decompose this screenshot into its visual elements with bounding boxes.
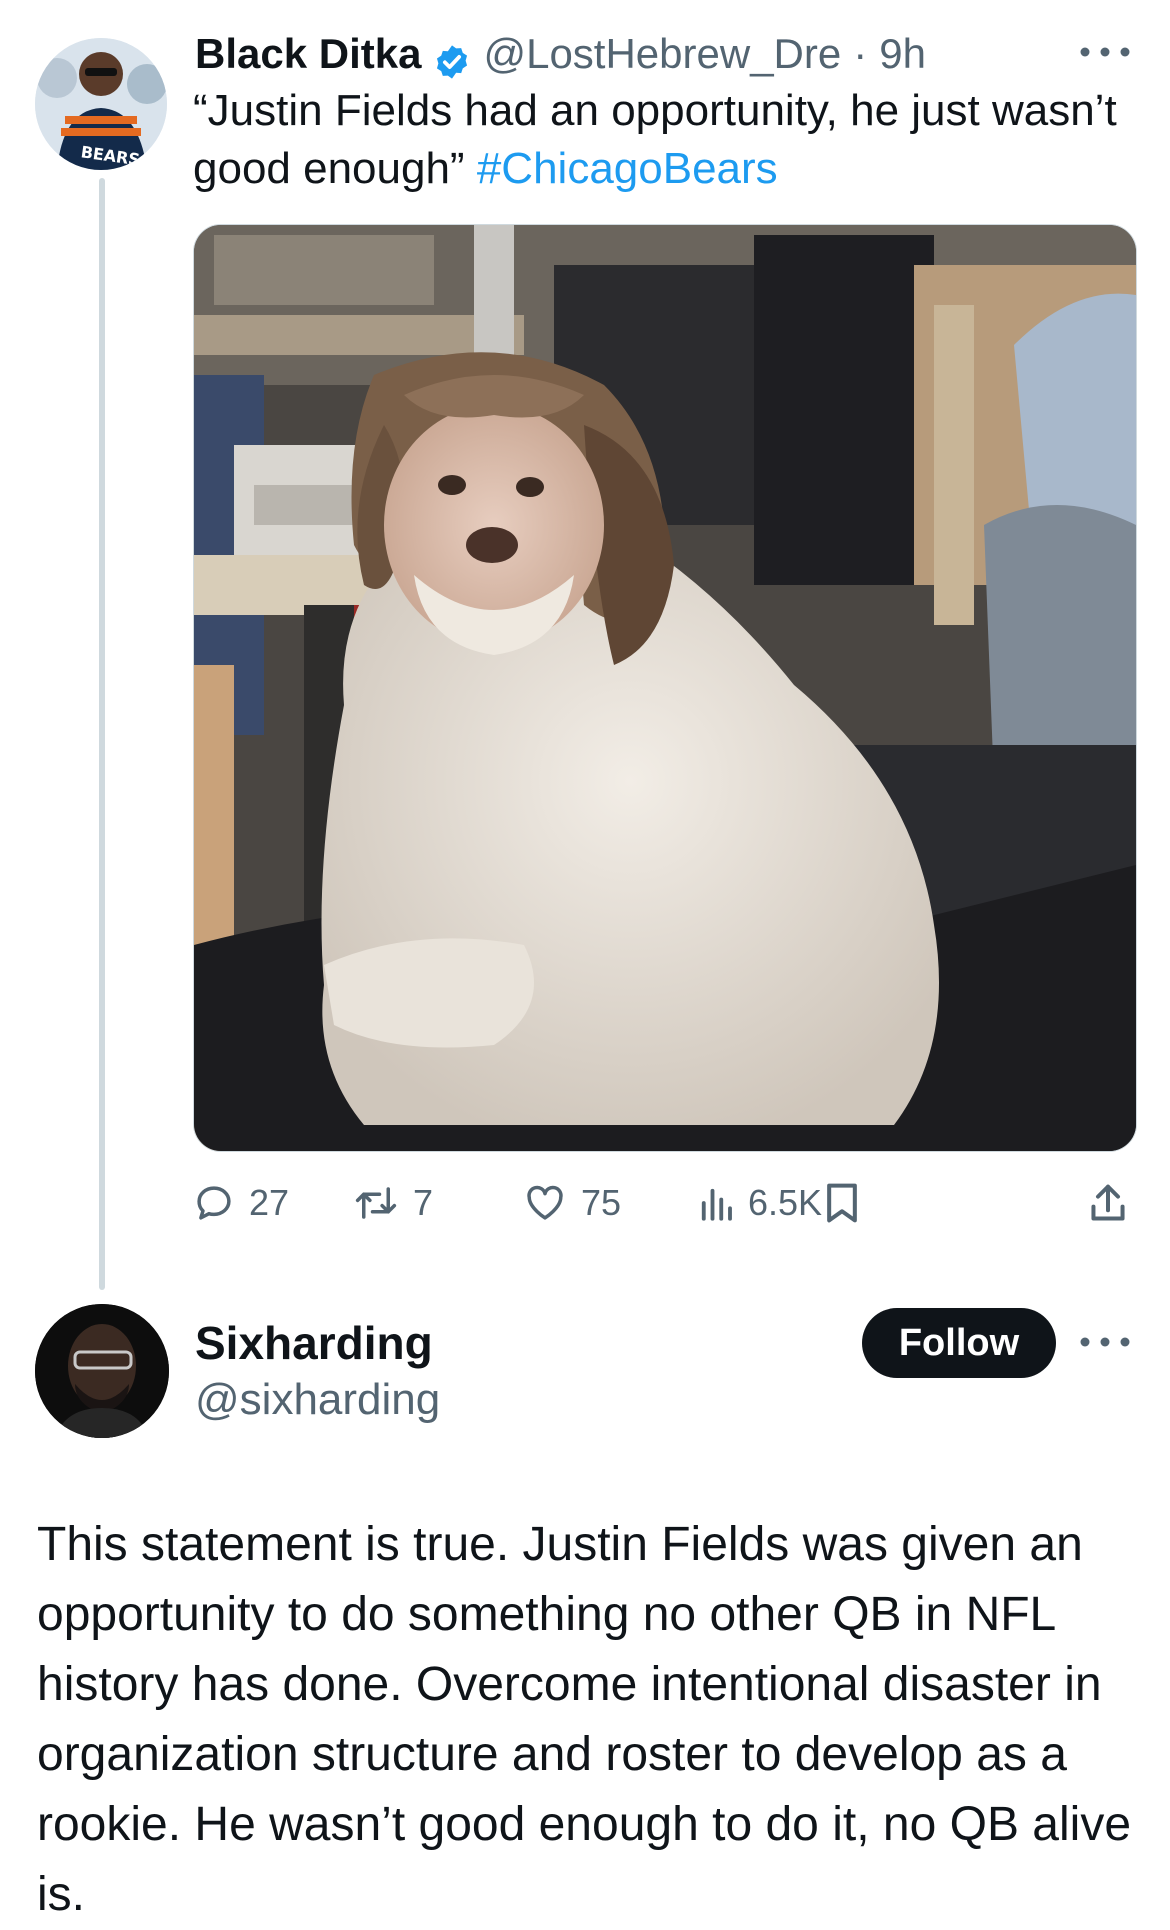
reply-text: This statement is true. Justin Fields wa… bbox=[37, 1518, 1132, 1921]
tweet-actions-bar: 27 7 75 6.5K bbox=[193, 1168, 1135, 1238]
like-action[interactable]: 75 bbox=[523, 1168, 621, 1238]
tweet-text: “Justin Fields had an opportunity, he ju… bbox=[193, 82, 1133, 198]
views-bars-icon bbox=[698, 1182, 734, 1224]
follow-button[interactable]: Follow bbox=[862, 1308, 1056, 1378]
tweet-photo[interactable] bbox=[193, 224, 1137, 1152]
tweet-timestamp[interactable]: 9h bbox=[879, 22, 926, 86]
bookmark-icon bbox=[823, 1181, 861, 1225]
reply-author-avatar[interactable] bbox=[35, 1304, 169, 1438]
verified-badge-icon bbox=[433, 35, 471, 79]
author-avatar[interactable]: BEARS bbox=[35, 38, 167, 170]
reply-count: 27 bbox=[249, 1182, 290, 1223]
share-button[interactable] bbox=[1088, 1168, 1128, 1238]
repost-arrows-icon bbox=[353, 1182, 399, 1224]
author-handle[interactable]: @LostHebrew_Dre bbox=[483, 22, 841, 86]
author-name[interactable]: Black Ditka bbox=[195, 22, 421, 86]
meta-separator: · bbox=[853, 30, 868, 77]
reply-author-handle[interactable]: @sixharding bbox=[195, 1372, 440, 1428]
views-count: 6.5K bbox=[748, 1182, 823, 1223]
reply-bubble-icon bbox=[193, 1182, 235, 1224]
repost-count: 7 bbox=[413, 1182, 434, 1223]
more-horizontal-icon[interactable] bbox=[1075, 40, 1135, 64]
repost-action[interactable]: 7 bbox=[353, 1168, 433, 1238]
reply-action[interactable]: 27 bbox=[193, 1168, 289, 1238]
views-action[interactable]: 6.5K bbox=[698, 1168, 822, 1238]
share-upload-icon bbox=[1088, 1181, 1128, 1225]
like-count: 75 bbox=[581, 1182, 622, 1223]
bookmark-button[interactable] bbox=[823, 1168, 861, 1238]
more-horizontal-icon[interactable] bbox=[1075, 1330, 1135, 1354]
heart-icon bbox=[523, 1182, 567, 1224]
thread-connector-line bbox=[99, 178, 105, 1290]
reply-author-name[interactable]: Sixharding bbox=[195, 1315, 433, 1371]
hashtag-link[interactable]: #ChicagoBears bbox=[477, 144, 778, 193]
tweet-header: Black Ditka @LostHebrew_Dre · 9h bbox=[195, 22, 926, 86]
